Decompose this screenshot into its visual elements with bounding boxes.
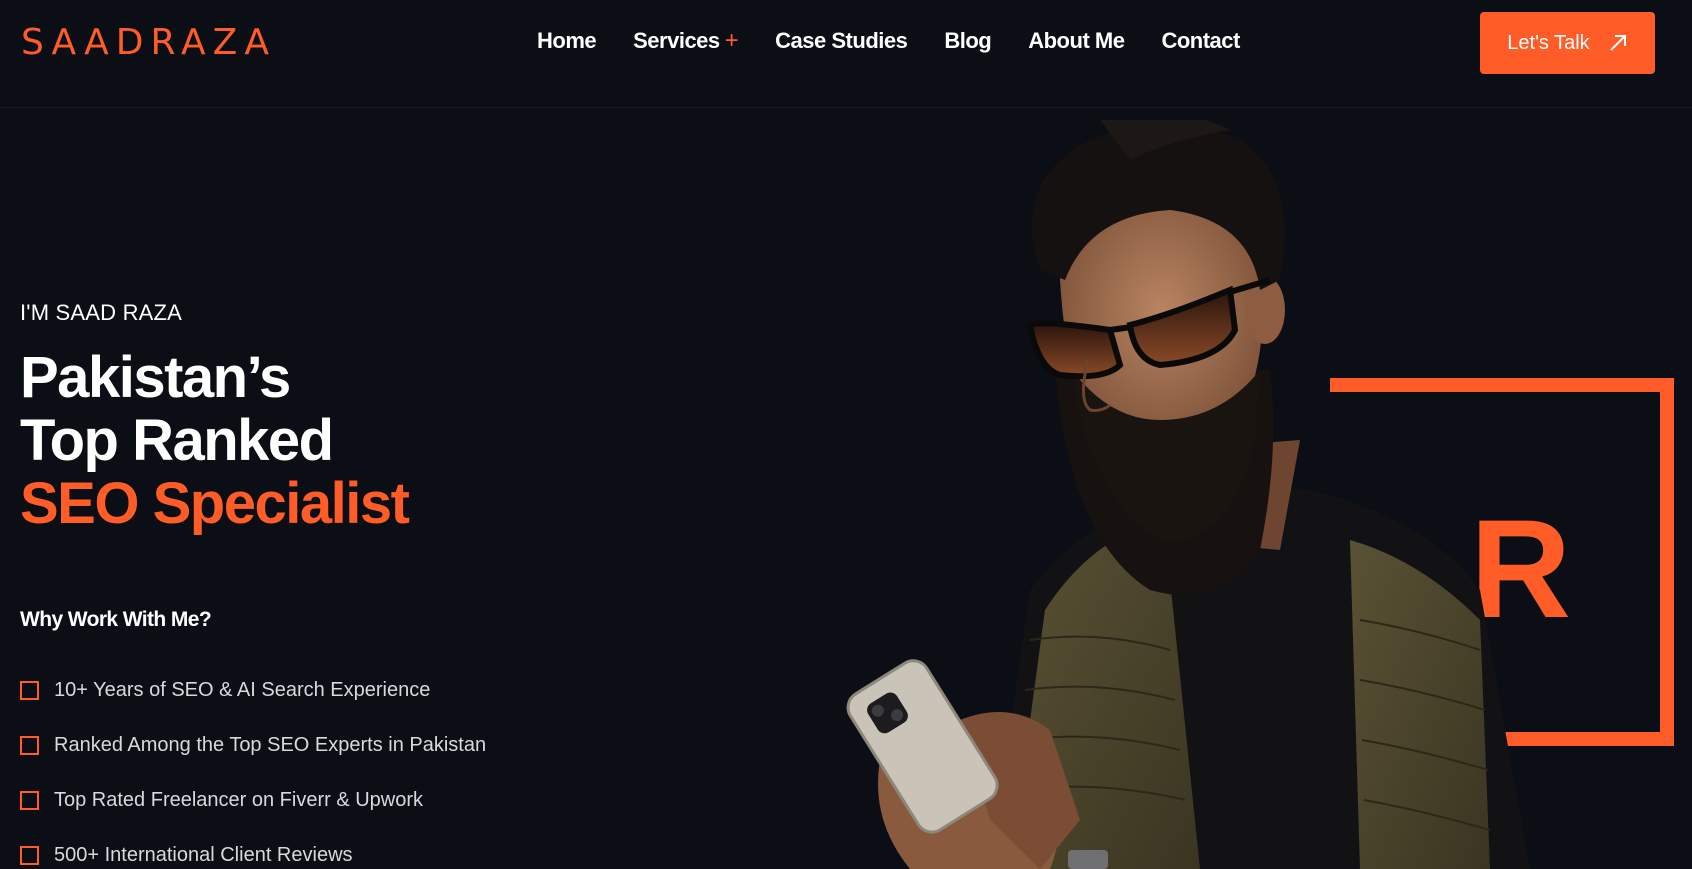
- benefits-list: 10+ Years of SEO & AI Search Experience …: [20, 670, 486, 869]
- nav-contact[interactable]: Contact: [1161, 28, 1240, 54]
- nav-blog-label: Blog: [944, 28, 992, 53]
- nav-about-me[interactable]: About Me: [1028, 28, 1125, 54]
- nav-contact-label: Contact: [1161, 28, 1240, 53]
- hero-title-line1: Pakistan’s: [20, 345, 291, 410]
- checkbox-icon: [20, 846, 39, 865]
- benefit-text: 500+ International Client Reviews: [54, 844, 353, 866]
- why-heading: Why Work With Me?: [20, 608, 212, 631]
- arrow-up-right-icon: [1609, 35, 1626, 51]
- site-logo[interactable]: SAADRAZA: [21, 22, 276, 63]
- benefit-text: Ranked Among the Top SEO Experts in Paki…: [54, 734, 487, 756]
- nav-about-me-label: About Me: [1028, 28, 1125, 53]
- lets-talk-button[interactable]: Let's Talk: [1480, 12, 1655, 74]
- lets-talk-label: Let's Talk: [1507, 31, 1590, 54]
- benefit-text: 10+ Years of SEO & AI Search Experience: [54, 679, 431, 701]
- checkbox-icon: [20, 736, 39, 755]
- benefit-item: 500+ International Client Reviews: [20, 835, 486, 869]
- benefit-item: Top Rated Freelancer on Fiverr & Upwork: [20, 780, 486, 835]
- nav-services[interactable]: Services +: [633, 27, 739, 55]
- benefit-item: 10+ Years of SEO & AI Search Experience: [20, 670, 486, 725]
- benefit-text: Top Rated Freelancer on Fiverr & Upwork: [54, 789, 424, 811]
- plus-icon: +: [724, 27, 739, 54]
- benefit-item: Ranked Among the Top SEO Experts in Paki…: [20, 725, 486, 780]
- main-nav: Home Services + Case Studies Blog About M…: [537, 27, 1277, 55]
- portrait-photo: [846, 120, 1530, 869]
- nav-case-studies-label: Case Studies: [775, 28, 908, 53]
- site-header: SAADRAZA Home Services + Case Studies Blo…: [0, 0, 1692, 108]
- hero-eyebrow: I'M SAAD RAZA: [20, 300, 183, 325]
- nav-home[interactable]: Home: [537, 28, 597, 54]
- nav-case-studies[interactable]: Case Studies: [775, 28, 908, 54]
- hero-title-line3: SEO Specialist: [20, 471, 410, 536]
- checkbox-icon: [20, 681, 39, 700]
- nav-home-label: Home: [537, 28, 597, 53]
- hero-title-line2: Top Ranked: [20, 408, 334, 473]
- nav-blog[interactable]: Blog: [944, 28, 991, 54]
- checkbox-icon: [20, 791, 39, 810]
- hero-intro: I'M SAAD RAZA Pakistan’s Top Ranked SEO …: [20, 300, 410, 536]
- hero-title: Pakistan’s Top Ranked SEO Specialist: [20, 345, 410, 536]
- nav-services-label: Services: [633, 28, 720, 53]
